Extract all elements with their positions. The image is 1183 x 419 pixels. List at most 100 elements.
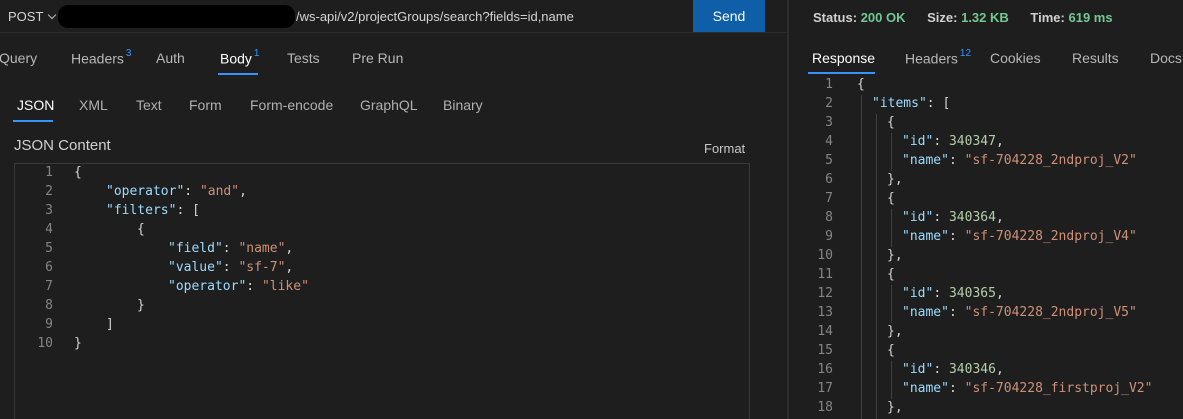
send-button[interactable]: Send <box>693 0 765 32</box>
line-number: 9 <box>825 229 833 244</box>
line-number: 10 <box>37 336 53 351</box>
tab-headers-label: Headers <box>71 50 124 67</box>
json-number: 340364 <box>948 210 996 225</box>
line-number: 17 <box>817 381 833 396</box>
line-number: 14 <box>817 324 833 339</box>
tab-active-indicator <box>218 73 258 75</box>
tab-body-label: Body <box>220 50 252 67</box>
code-text: "id": 340364, <box>902 210 1004 225</box>
line-number: 5 <box>45 241 53 256</box>
line-number: 3 <box>45 203 53 218</box>
body-tab-binary[interactable]: Binary <box>443 97 483 113</box>
method-label: POST <box>8 9 44 24</box>
json-string: "sf-704228_firstproj_V2" <box>964 381 1153 396</box>
tab-docs-label: Docs <box>1150 50 1182 66</box>
tab-query[interactable]: Query <box>0 50 37 66</box>
line-number: 7 <box>45 279 53 294</box>
json-string: "sf-704228_2ndproj_V5" <box>964 305 1137 320</box>
tab-headers[interactable]: Headers 3 <box>71 48 132 67</box>
tab-auth[interactable]: Auth <box>156 50 185 66</box>
url-input[interactable]: /ws-api/v2/projectGroups/search?fields=i… <box>296 9 574 24</box>
size-value: 1.32 KB <box>961 10 1009 25</box>
tab-tests-label: Tests <box>287 50 320 66</box>
line-number: 1 <box>825 77 833 92</box>
request-pane: POST /ws-api/v2/projectGroups/search?fie… <box>0 0 787 419</box>
code-text: ] <box>106 317 114 332</box>
response-status-bar: Status: 200 OK Size: 1.32 KB Time: 619 m… <box>813 10 1131 25</box>
tab-auth-label: Auth <box>156 50 185 66</box>
code-text: { <box>887 115 895 130</box>
code-text: { <box>887 191 895 206</box>
tab-body[interactable]: Body 1 <box>220 48 260 67</box>
body-tab-json[interactable]: JSON <box>17 97 54 113</box>
line-number: 10 <box>817 248 833 263</box>
json-string: "like" <box>261 279 309 294</box>
line-number: 2 <box>825 96 833 111</box>
code-text: }, <box>887 400 903 415</box>
code-text: { <box>137 222 145 237</box>
json-key: "id" <box>902 210 934 225</box>
response-body[interactable]: 1 { 2 "items": [ 3 { 4 "id": 340347, 5 "name"… <box>789 76 1183 419</box>
tab-tests[interactable]: Tests <box>287 50 320 66</box>
method-select[interactable]: POST <box>8 9 57 24</box>
body-tab-graphql[interactable]: GraphQL <box>360 97 418 113</box>
indent-guide <box>891 209 892 247</box>
response-tabs: Response Headers 12 Cookies Results Docs <box>789 46 1183 74</box>
json-string: "sf-704228_2ndproj_V2" <box>964 153 1137 168</box>
time-value: 619 ms <box>1068 10 1113 25</box>
code-text: { <box>887 343 895 358</box>
json-key: "filters" <box>106 203 177 218</box>
chevron-down-icon <box>48 10 57 20</box>
json-content-label: JSON Content <box>14 137 111 154</box>
json-string: "sf-7" <box>238 260 286 275</box>
line-number: 18 <box>817 400 833 415</box>
tab-headers-badge: 3 <box>125 48 132 59</box>
code-text: "id": 340347, <box>902 134 1004 149</box>
tab-response-label: Response <box>812 50 876 66</box>
indent-guide <box>861 95 862 419</box>
code-text: "id": 340346, <box>902 362 1004 377</box>
size-label: Size: <box>927 10 958 25</box>
indent-guide <box>891 133 892 171</box>
line-number: 8 <box>45 298 53 313</box>
body-tab-text[interactable]: Text <box>136 97 162 113</box>
url-bar: POST /ws-api/v2/projectGroups/search?fie… <box>0 0 787 33</box>
body-tab-form-encode[interactable]: Form-encode <box>250 97 333 113</box>
body-tab-xml[interactable]: XML <box>79 97 108 113</box>
tab-response[interactable]: Response <box>812 50 875 66</box>
line-number: 13 <box>817 305 833 320</box>
code-text: "items": [ <box>872 96 951 111</box>
line-number: 2 <box>45 184 53 199</box>
tab-pre-run-label: Pre Run <box>352 50 404 66</box>
json-number: 340346 <box>948 362 996 377</box>
json-editor[interactable]: 1{ 2 "operator": "and", 3 "filters": [ 4{ … <box>14 163 750 419</box>
body-tab-active-indicator <box>13 120 53 122</box>
code-text: "value": "sf-7", <box>168 260 294 275</box>
line-number: 6 <box>45 260 53 275</box>
tab-response-headers[interactable]: Headers 12 <box>905 48 972 67</box>
json-string: "name" <box>238 241 286 256</box>
json-key: "id" <box>902 134 934 149</box>
line-number: 4 <box>825 134 833 149</box>
code-text: { <box>887 267 895 282</box>
tab-response-headers-badge: 12 <box>959 48 972 59</box>
tab-cookies[interactable]: Cookies <box>990 50 1041 66</box>
indent-guide <box>891 361 892 399</box>
line-number: 9 <box>45 317 53 332</box>
json-key: "value" <box>168 260 223 275</box>
tab-query-label: Query <box>0 50 38 66</box>
json-key: "id" <box>902 362 934 377</box>
body-tab-form[interactable]: Form <box>189 97 222 113</box>
tab-results[interactable]: Results <box>1072 50 1119 66</box>
json-key: "name" <box>902 381 949 396</box>
code-text: "field": "name", <box>168 241 294 256</box>
tab-body-badge: 1 <box>253 48 260 59</box>
time-label: Time: <box>1030 10 1065 25</box>
line-number: 3 <box>825 115 833 130</box>
tab-pre-run[interactable]: Pre Run <box>352 50 403 66</box>
tab-docs[interactable]: Docs <box>1150 50 1182 66</box>
code-text: "filters": [ <box>106 203 200 218</box>
format-button[interactable]: Format <box>704 141 745 156</box>
code-text: }, <box>887 172 903 187</box>
response-tab-active-indicator <box>808 72 875 74</box>
